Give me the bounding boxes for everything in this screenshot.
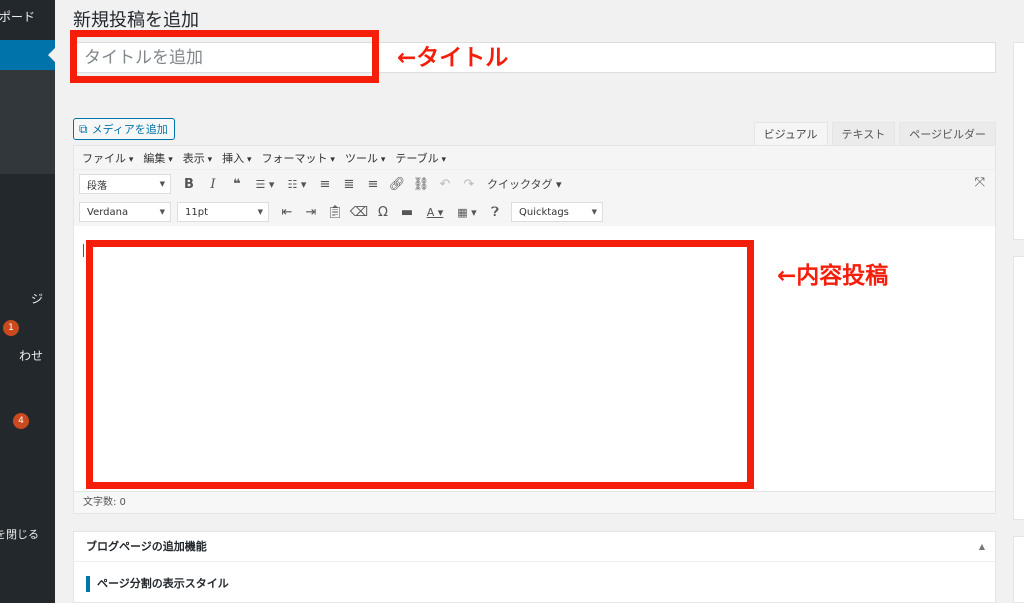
indent-icon[interactable]: ⇥ (299, 205, 323, 220)
quicktags-select[interactable]: Quicktags (511, 202, 603, 222)
link-icon[interactable]: 🔗︎ (385, 177, 409, 192)
undo-icon[interactable]: ↶ (433, 177, 457, 192)
tab-page-builder[interactable]: ページビルダー (899, 122, 996, 146)
editor-tabs: ビジュアル テキスト ページビルダー (750, 122, 996, 146)
blog-extra-features-box: ブログページの追加機能 ▲ ページ分割の表示スタイル (73, 531, 996, 603)
fullscreen-icon[interactable]: ⤧ (975, 175, 985, 190)
tab-text[interactable]: テキスト (831, 122, 896, 146)
align-right-icon[interactable]: ≡ (361, 177, 385, 192)
unlink-icon[interactable]: ⛓ (409, 177, 433, 192)
editor-toolbar-2: Verdana 11pt ⇤ ⇥ 📋︎ ⌫ Ω ▬ A ▾ ▦ ▾ ❓︎ Qui… (74, 198, 995, 226)
menu-view[interactable]: 表示 (183, 150, 212, 166)
collapse-arrow-icon[interactable]: ▲ (979, 532, 985, 562)
redo-icon[interactable]: ↷ (457, 177, 481, 192)
bold-icon[interactable]: B (177, 177, 201, 192)
content-editor: ファイル 編集 表示 挿入 フォーマット ツール テーブル 段落 B I ❝ ☰… (73, 145, 996, 514)
editor-menubar: ファイル 編集 表示 挿入 フォーマット ツール テーブル (74, 146, 995, 170)
font-size-select[interactable]: 11pt (177, 202, 269, 222)
bullet-list-icon[interactable]: ☰ ▾ (249, 178, 281, 191)
blockquote-icon[interactable]: ❝ (225, 177, 249, 192)
table-icon[interactable]: ▦ ▾ (451, 206, 483, 219)
menu-edit[interactable]: 編集 (143, 150, 172, 166)
tab-visual[interactable]: ビジュアル (753, 122, 828, 146)
italic-icon[interactable]: I (201, 177, 225, 192)
title-annotation: ←タイトル (397, 45, 509, 71)
help-icon[interactable]: ❓︎ (483, 205, 507, 220)
align-center-icon[interactable]: ≣ (337, 177, 361, 192)
sidebar-submenu (0, 70, 55, 174)
category-box-edge (1013, 536, 1024, 603)
font-family-select[interactable]: Verdana (79, 202, 171, 222)
sidebar-item-dashboard[interactable]: ポード (0, 8, 55, 28)
updates-count-badge: 4 (13, 413, 29, 429)
page-title: 新規投稿を追加 (73, 10, 199, 31)
sidebar-item-contact[interactable]: わせ (19, 347, 43, 364)
admin-sidebar: ポード ジ 1 わせ ン 4 を閉じる (0, 0, 55, 603)
format-box-edge (1013, 256, 1024, 520)
align-left-icon[interactable]: ≡ (313, 177, 337, 192)
text-cursor (83, 244, 84, 257)
horizontal-line-icon[interactable]: ▬ (395, 205, 419, 220)
menu-tools[interactable]: ツール (345, 150, 385, 166)
clear-formatting-icon[interactable]: ⌫ (347, 205, 371, 220)
menu-format[interactable]: フォーマット (262, 150, 335, 166)
content-annotation: ←内容投稿 (777, 263, 889, 289)
collapse-menu-button[interactable]: を閉じる (0, 526, 39, 542)
format-select[interactable]: 段落 (79, 174, 171, 194)
paste-text-icon[interactable]: 📋︎ (323, 205, 347, 220)
sidebar-item-posts-current[interactable] (0, 40, 55, 70)
right-meta-column (1013, 42, 1024, 603)
media-icon: ⧉ (79, 121, 88, 136)
publish-box-edge (1013, 42, 1024, 240)
quicktag-menu[interactable]: クイックタグ ▾ (487, 176, 562, 192)
title-input[interactable] (80, 43, 960, 72)
add-media-button[interactable]: ⧉ メディアを追加 (73, 118, 175, 140)
numbered-list-icon[interactable]: ☷ ▾ (281, 178, 313, 191)
outdent-icon[interactable]: ⇤ (275, 205, 299, 220)
menu-file[interactable]: ファイル (82, 150, 133, 166)
postbox-header[interactable]: ブログページの追加機能 ▲ (74, 532, 995, 562)
special-character-icon[interactable]: Ω (371, 205, 395, 220)
word-count: 文字数: 0 (74, 491, 995, 513)
sidebar-item-pages[interactable]: ジ (31, 290, 43, 307)
menu-insert[interactable]: 挿入 (222, 150, 251, 166)
menu-table[interactable]: テーブル (395, 150, 446, 166)
title-field-wrap (73, 42, 996, 73)
text-color-icon[interactable]: A ▾ (419, 206, 451, 219)
postbox-section-heading: ページ分割の表示スタイル (86, 576, 229, 592)
editor-toolbar-1: 段落 B I ❝ ☰ ▾ ☷ ▾ ≡ ≣ ≡ 🔗︎ ⛓ ↶ ↷ クイックタグ ▾… (74, 170, 995, 198)
comments-count-badge: 1 (3, 320, 19, 336)
